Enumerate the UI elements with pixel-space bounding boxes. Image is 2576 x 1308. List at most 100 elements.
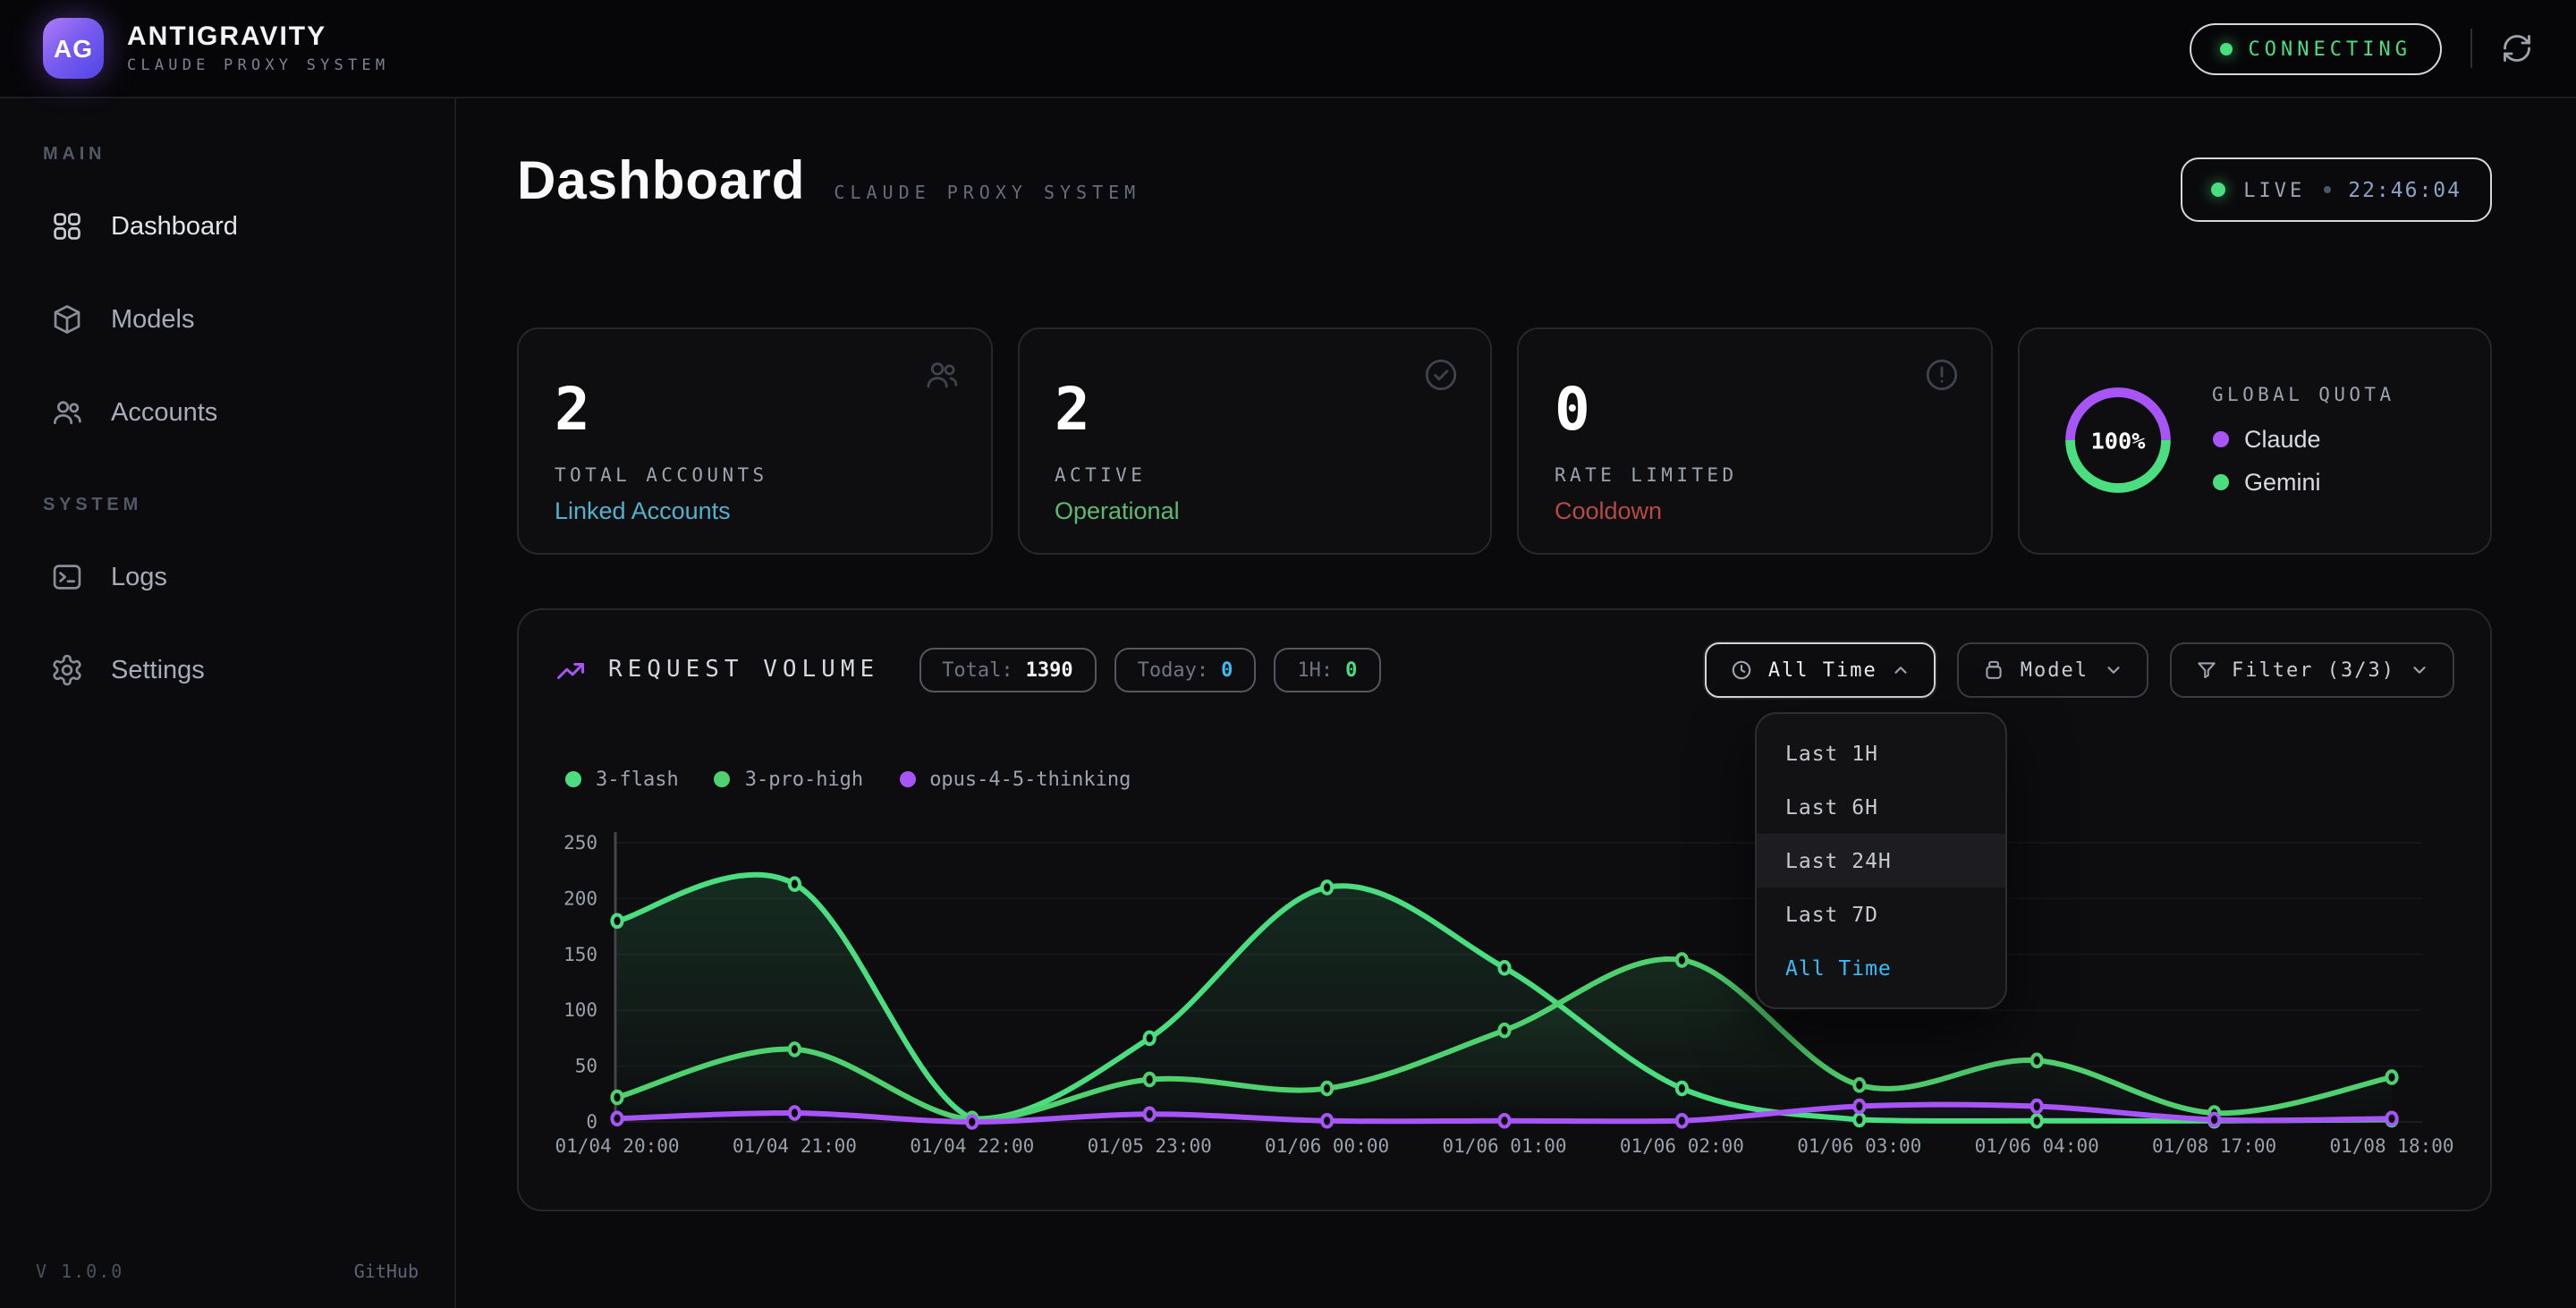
quota-ring: 100% (2055, 378, 2180, 504)
live-clock: 22:46:04 (2348, 177, 2462, 202)
stat-card-active: 2 ACTIVE Operational (1017, 327, 1492, 554)
sidebar-item-settings[interactable]: Settings (32, 633, 422, 707)
quota-legend-label: Claude (2244, 427, 2321, 454)
legend-item-3-flash[interactable]: 3-flash (565, 768, 679, 791)
stat-value: 2 (1055, 379, 1454, 441)
connection-status-pill: CONNECTING (2190, 22, 2442, 74)
quota-legend-gemini: Gemini (2212, 470, 2395, 497)
brand-name: ANTIGRAVITY (127, 21, 389, 52)
dropdown-item-last-24h[interactable]: Last 24H (1757, 834, 2005, 888)
live-label: LIVE (2243, 178, 2305, 201)
sidebar-item-label: Accounts (111, 398, 217, 427)
volume-badge-1h: 1H:0 (1274, 648, 1380, 692)
stat-sub: Cooldown (1555, 497, 1954, 523)
app-window: AG ANTIGRAVITY CLAUDE PROXY SYSTEM CONNE… (0, 0, 2576, 1308)
stats-row: 2 TOTAL ACCOUNTS Linked Accounts 2 ACTIV… (517, 327, 2492, 548)
chevron-down-icon (2410, 660, 2429, 680)
chevron-up-icon (1892, 660, 1911, 680)
funnel-icon (2194, 658, 2217, 682)
quota-label: GLOBAL QUOTA (2212, 386, 2395, 407)
volume-badge-total: Total:1390 (919, 648, 1097, 692)
sidebar-item-models[interactable]: Models (32, 283, 422, 356)
refresh-button[interactable] (2501, 32, 2533, 64)
panel-title: REQUEST VOLUME (608, 657, 879, 684)
live-status-badge: LIVE 22:46:04 (2181, 157, 2492, 222)
sidebar-section-system: SYSTEM Logs Settings (32, 496, 422, 707)
stat-sub: Linked Accounts (555, 497, 954, 523)
svg-text:01/08 18:00: 01/08 18:00 (2329, 1135, 2453, 1157)
stat-card-total-accounts: 2 TOTAL ACCOUNTS Linked Accounts (517, 327, 992, 554)
svg-text:200: 200 (564, 888, 597, 909)
dropdown-item-last-7d[interactable]: Last 7D (1757, 888, 2005, 941)
page-subtitle: CLAUDE PROXY SYSTEM (834, 184, 1140, 204)
sidebar-item-label: Settings (111, 656, 205, 684)
legend-label: 3-flash (596, 768, 679, 791)
svg-text:250: 250 (564, 832, 597, 854)
dropdown-item-last-1h[interactable]: Last 1H (1757, 726, 2005, 780)
sidebar-item-accounts[interactable]: Accounts (32, 376, 422, 449)
brand-tagline: CLAUDE PROXY SYSTEM (127, 57, 389, 75)
quota-legend: Claude Gemini (2212, 427, 2395, 497)
svg-text:01/08 17:00: 01/08 17:00 (2152, 1135, 2276, 1157)
github-link[interactable]: GitHub (354, 1263, 419, 1283)
logs-icon (50, 560, 84, 594)
legend-item-opus-4-5-thinking[interactable]: opus-4-5-thinking (899, 768, 1131, 791)
live-dot (2211, 183, 2225, 197)
logo-initials: AG (54, 34, 93, 63)
quota-percent: 100% (2090, 429, 2146, 454)
sidebar-section-label: MAIN (43, 145, 411, 165)
badge-label: Today: (1138, 658, 1209, 682)
svg-text:01/06 00:00: 01/06 00:00 (1265, 1135, 1389, 1157)
app-version: V 1.0.0 (36, 1263, 123, 1283)
trend-up-icon (555, 654, 587, 686)
connection-status-dot (2220, 42, 2233, 55)
dropdown-item-all-time[interactable]: All Time (1757, 941, 2005, 995)
request-volume-chart: 05010015020025001/04 20:0001/04 21:0001/… (519, 789, 2494, 1213)
legend-dot-icon (565, 771, 581, 787)
filter-dropdown-button[interactable]: Filter (3/3) (2169, 642, 2454, 698)
badge-value: 0 (1345, 658, 1357, 682)
model-dropdown-button[interactable]: Model (1958, 642, 2148, 698)
chevron-down-icon (2103, 660, 2123, 680)
svg-text:50: 50 (575, 1056, 597, 1077)
legend-dot-icon (715, 771, 731, 787)
model-dropdown-label: Model (2021, 658, 2089, 682)
sidebar: MAIN Dashboard Models Accounts SYSTEM Logs Set… (0, 98, 456, 1308)
dropdown-item-last-6h[interactable]: Last 6H (1757, 780, 2005, 834)
page-title: Dashboard (517, 152, 805, 213)
legend-item-3-pro-high[interactable]: 3-pro-high (715, 768, 863, 791)
svg-text:01/06 03:00: 01/06 03:00 (1797, 1135, 1921, 1157)
settings-icon (50, 653, 84, 687)
stat-value: 2 (555, 379, 954, 441)
stat-card-rate-limited: 0 RATE LIMITED Cooldown (1517, 327, 1992, 554)
refresh-icon (2501, 32, 2533, 64)
users-icon (922, 356, 960, 403)
stat-label: ACTIVE (1055, 464, 1454, 486)
connection-status-text: CONNECTING (2249, 37, 2411, 60)
legend-label: opus-4-5-thinking (929, 768, 1131, 791)
sidebar-item-dashboard[interactable]: Dashboard (32, 190, 422, 263)
check-circle-icon (1422, 356, 1460, 403)
sidebar-item-label: Logs (111, 563, 167, 591)
svg-text:01/05 23:00: 01/05 23:00 (1088, 1135, 1212, 1157)
sidebar-item-label: Dashboard (111, 212, 238, 241)
legend-dot-icon (2212, 475, 2228, 491)
sidebar-item-label: Models (111, 305, 195, 334)
time-range-button[interactable]: All Time (1706, 642, 1936, 698)
time-range-label: All Time (1768, 658, 1877, 682)
package-icon (1983, 658, 2006, 682)
sidebar-item-logs[interactable]: Logs (32, 540, 422, 614)
filter-dropdown-label: Filter (3/3) (2232, 658, 2395, 682)
app-logo: AG (43, 18, 104, 79)
legend-dot-icon (899, 771, 915, 787)
models-icon (50, 302, 84, 336)
svg-text:150: 150 (564, 944, 597, 965)
legend-label: 3-pro-high (745, 768, 863, 791)
app-header: AG ANTIGRAVITY CLAUDE PROXY SYSTEM CONNE… (0, 0, 2576, 98)
svg-text:100: 100 (564, 999, 597, 1021)
alert-circle-icon (1922, 356, 1960, 403)
main-content: Dashboard CLAUDE PROXY SYSTEM LIVE 22:46… (456, 98, 2576, 1308)
sidebar-section-label: SYSTEM (43, 496, 411, 515)
quota-legend-claude: Claude (2212, 427, 2395, 454)
chart-legend: 3-flash 3-pro-high opus-4-5-thinking (565, 768, 1131, 791)
